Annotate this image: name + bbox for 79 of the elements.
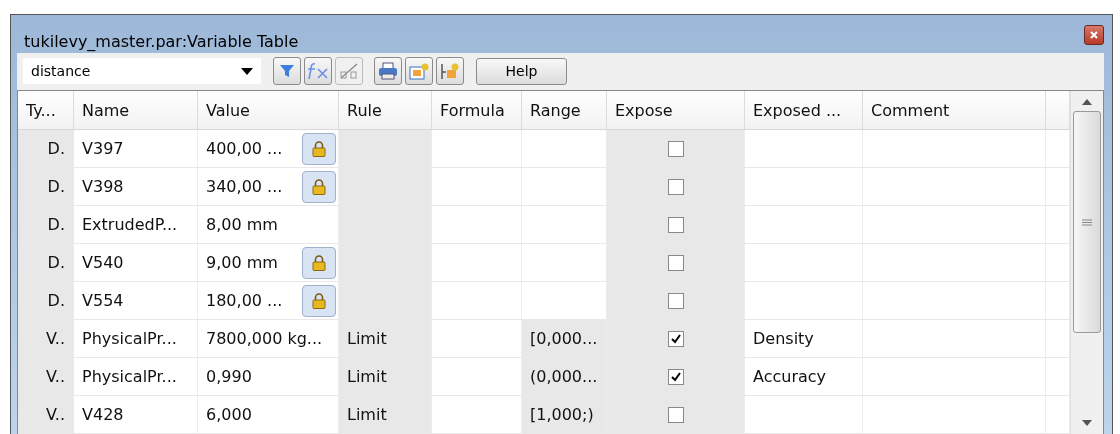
function-icon <box>306 62 330 81</box>
table-cell: 180,00 ... <box>206 291 283 310</box>
table-cell: V.. <box>18 358 74 395</box>
expose-checkbox[interactable] <box>667 254 684 271</box>
printer-icon <box>378 62 398 81</box>
table-cell: Limit <box>339 358 432 395</box>
function-button[interactable] <box>304 57 332 86</box>
column-header[interactable]: Ty... <box>18 91 74 129</box>
close-button[interactable] <box>1084 24 1104 45</box>
import-button[interactable] <box>436 57 464 86</box>
column-header[interactable]: Range <box>522 91 607 129</box>
table-cell: V540 <box>74 244 198 281</box>
table-cell: 6,000 <box>206 405 252 424</box>
column-header[interactable]: Value <box>198 91 339 129</box>
table-cell: 7800,000 kg... <box>206 329 323 348</box>
table-cell: D. <box>18 168 74 205</box>
sort-button[interactable] <box>335 57 363 86</box>
expose-checkbox[interactable] <box>667 140 684 157</box>
table-cell: 0,990 <box>206 367 252 386</box>
column-header[interactable]: Exposed ... <box>745 91 863 129</box>
column-header[interactable]: Name <box>74 91 198 129</box>
column-header[interactable]: Rule <box>339 91 432 129</box>
table-cell: Density <box>745 320 863 357</box>
table-cell: Limit <box>339 320 432 357</box>
lock-button[interactable] <box>302 246 336 279</box>
expose-checkbox[interactable] <box>667 292 684 309</box>
table-cell: D. <box>18 130 74 167</box>
lock-button[interactable] <box>302 170 336 203</box>
vertical-scrollbar[interactable] <box>1070 91 1103 434</box>
sort-icon <box>339 62 359 81</box>
table-cell: V428 <box>74 396 198 433</box>
expose-checkbox[interactable] <box>667 216 684 233</box>
table-cell: ExtrudedP... <box>74 206 198 243</box>
bracket-icon <box>440 62 460 81</box>
filter-dropdown[interactable]: distance <box>23 58 261 85</box>
table-cell: (0,000... <box>522 358 607 395</box>
caret-icon <box>241 67 253 75</box>
table-cell: 9,00 mm <box>206 253 278 272</box>
lock-button[interactable] <box>302 132 336 165</box>
column-header[interactable]: Expose <box>607 91 745 129</box>
table-cell: 400,00 ... <box>206 139 283 158</box>
lock-button[interactable] <box>302 284 336 317</box>
expose-checkbox[interactable] <box>667 330 684 347</box>
scroll-up-icon <box>1082 99 1092 105</box>
table-cell: V.. <box>18 320 74 357</box>
table-cell: [1,000;) <box>522 396 607 433</box>
table-cell: Accuracy <box>745 358 863 395</box>
table-cell: PhysicalPr... <box>74 320 198 357</box>
table-cell: Limit <box>339 396 432 433</box>
window-title: tukilevy_master.par:Variable Table <box>24 31 299 51</box>
table-cell: [0,000... <box>522 320 607 357</box>
padlock-icon <box>312 292 326 309</box>
table-cell: D. <box>18 244 74 281</box>
table-cell: V397 <box>74 130 198 167</box>
table-cell: V.. <box>18 396 74 433</box>
filter-button[interactable] <box>273 57 301 86</box>
table-cell: D. <box>18 206 74 243</box>
table-cell: 340,00 ... <box>206 177 283 196</box>
column-header[interactable]: Comment <box>863 91 1046 129</box>
table-cell: PhysicalPr... <box>74 358 198 395</box>
window-icon <box>409 62 429 81</box>
expose-checkbox[interactable] <box>667 368 684 385</box>
expose-checkbox[interactable] <box>667 178 684 195</box>
padlock-icon <box>312 178 326 195</box>
print-button[interactable] <box>374 57 402 86</box>
scroll-down-icon <box>1082 420 1092 426</box>
help-button[interactable]: Help <box>476 57 567 85</box>
table-cell: V554 <box>74 282 198 319</box>
padlock-icon <box>312 254 326 271</box>
funnel-icon <box>279 63 295 80</box>
scroll-thumb[interactable] <box>1073 111 1101 333</box>
padlock-icon <box>312 140 326 157</box>
expose-checkbox[interactable] <box>667 406 684 423</box>
close-icon <box>1088 29 1100 40</box>
table-cell: V398 <box>74 168 198 205</box>
column-header[interactable]: Formula <box>432 91 522 129</box>
export-button[interactable] <box>405 57 433 86</box>
table-cell: D. <box>18 282 74 319</box>
table-cell: 8,00 mm <box>206 215 278 234</box>
